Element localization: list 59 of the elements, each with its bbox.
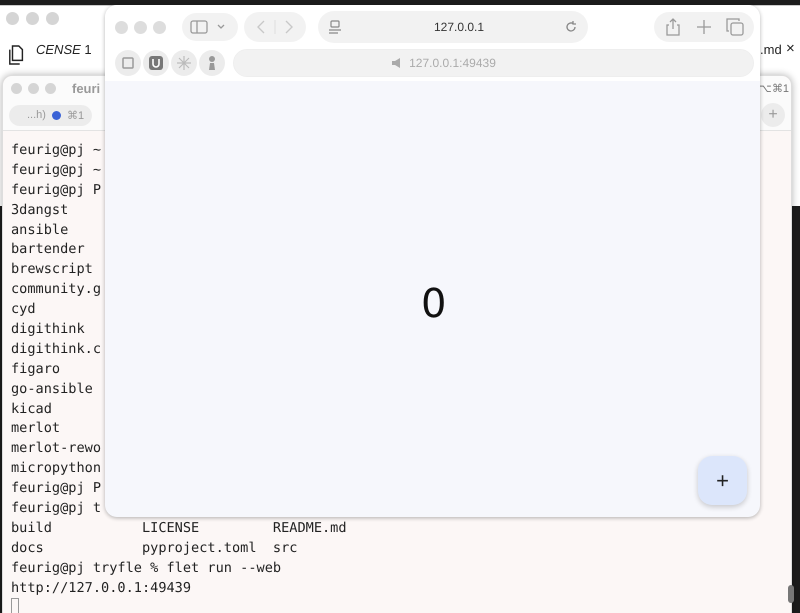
terminal-line: feurig@pj ~ [11, 141, 102, 160]
terminal-line: brewscript [11, 260, 93, 280]
tab-title: 127.0.0.1:49439 [409, 56, 496, 70]
tabs-overview-icon[interactable] [726, 18, 744, 36]
terminal-line: docs pyproject.toml src [11, 538, 298, 558]
close-icon[interactable]: × [786, 40, 795, 57]
terminal-line: cyd [11, 300, 36, 320]
reload-icon[interactable] [564, 20, 578, 34]
terminal-line: merlot-rewo [11, 439, 102, 458]
window-title: feuri [72, 80, 100, 96]
tab-label: ...h) [27, 109, 46, 121]
counter-value: 0 [421, 281, 446, 327]
window-control-icon[interactable] [6, 12, 19, 25]
text-cursor [11, 598, 19, 613]
address-bar[interactable]: 127.0.0.1 [318, 11, 588, 43]
shortcut-label: ⌘1 [66, 108, 84, 122]
terminal-line: ansible [11, 220, 68, 240]
editor-tab[interactable]: CENSE 1 [36, 42, 92, 57]
window-control-icon[interactable] [153, 20, 166, 34]
window-control-icon[interactable] [26, 12, 39, 25]
terminal-line: build LICENSE README.md [11, 518, 347, 538]
terminal-line: 3dangst [11, 200, 68, 220]
scrollbar-thumb[interactable] [788, 585, 794, 603]
editor-tab[interactable]: .md [760, 42, 782, 57]
terminal-line: bartender [11, 240, 85, 260]
shortcut-label: ⌥⌘1 [758, 82, 789, 94]
window-control-icon[interactable] [134, 20, 147, 34]
window-control-icon[interactable] [45, 82, 56, 94]
share-icon[interactable] [664, 18, 682, 36]
add-button[interactable]: + [698, 456, 747, 505]
window-control-icon[interactable] [115, 20, 128, 34]
files-icon[interactable] [8, 44, 26, 66]
address-text: 127.0.0.1 [434, 20, 484, 34]
terminal-line: http://127.0.0.1:49439 [11, 578, 192, 598]
terminal-line: micropython [11, 459, 102, 478]
terminal-line: kicad [11, 400, 52, 419]
window-control-icon[interactable] [11, 82, 22, 94]
extension-icon[interactable] [199, 50, 225, 76]
terminal-line: feurig@pj ~ [11, 160, 102, 180]
terminal-line: digithink.c [11, 340, 102, 359]
terminal-line: feurig@pj tryfle % flet run --web [11, 558, 282, 578]
terminal-line: community.g [11, 280, 102, 300]
terminal-line: merlot [11, 419, 60, 438]
terminal-line: feurig@pj P [11, 479, 102, 498]
terminal-line: feurig@pj P [11, 180, 102, 200]
terminal-line: feurig@pj t [11, 499, 102, 518]
navigation-buttons[interactable] [244, 12, 306, 42]
status-dot [52, 110, 61, 120]
plus-icon[interactable] [696, 19, 712, 35]
terminal-line: digithink [11, 320, 85, 340]
extension-icon[interactable] [115, 50, 141, 76]
terminal-line: go-ansible [11, 380, 93, 399]
window-control-icon[interactable] [28, 82, 39, 94]
page-menu-icon [328, 20, 342, 34]
terminal-line: figaro [11, 360, 60, 379]
extension-icon[interactable] [171, 50, 197, 76]
sidebar-button[interactable] [182, 13, 238, 41]
extension-icon[interactable] [143, 50, 169, 76]
window-control-icon[interactable] [46, 12, 59, 25]
